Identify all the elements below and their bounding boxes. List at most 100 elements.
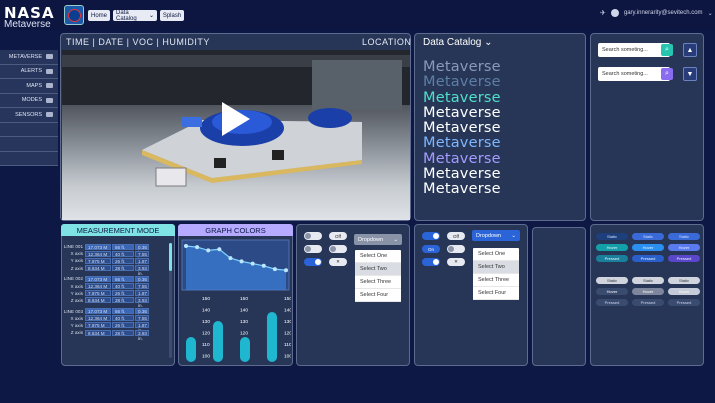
measurement-value[interactable]: 1.87 in. [135,322,149,333]
measurement-value[interactable]: 56 ft. [112,275,134,282]
data-point[interactable] [195,245,200,250]
video-player[interactable] [62,50,410,220]
mission-seal-icon[interactable] [64,5,84,25]
data-catalog-dropdown[interactable]: Data Catalog ⌄ [423,37,493,48]
off-toggle[interactable]: Off [329,232,347,240]
dropdown-1[interactable]: Dropdown ⌄ [354,234,402,245]
user-email[interactable]: gary.innerarity@sevitech.com [624,10,703,16]
state-button[interactable]: Static [668,277,700,284]
data-point[interactable] [261,263,266,268]
measurement-value[interactable]: 17.073 M [85,308,111,315]
check-toggle[interactable] [422,258,440,266]
catalog-item[interactable]: Metaverse [423,90,501,106]
measurement-value[interactable]: 8.634 M [85,329,111,336]
measurement-value[interactable]: 7.975 M [85,290,111,297]
state-button[interactable]: Pressed [632,255,664,262]
measurement-value[interactable]: 3.93 in. [135,329,149,341]
state-button[interactable]: Pressed [596,255,628,262]
measurement-value[interactable]: 28 ft. [112,265,134,272]
check-toggle[interactable] [304,258,322,266]
data-point[interactable] [228,256,233,261]
state-button[interactable]: Pressed [596,299,628,306]
measurement-value[interactable]: 26 ft. [112,290,134,297]
state-button[interactable]: Static [632,277,664,284]
toggle-switch[interactable] [447,245,465,253]
dropdown-option[interactable]: Select Three [355,276,401,289]
dropdown-option[interactable]: Select Four [473,287,519,300]
catalog-item[interactable]: Metaverse [423,74,501,90]
close-toggle[interactable]: ✕ [329,258,347,266]
measurement-value[interactable]: 7.55 in. [135,315,149,326]
measurement-value[interactable]: 26 ft. [112,322,134,329]
state-button[interactable]: Static [596,233,628,240]
measurement-value[interactable]: 8.634 M [85,265,111,272]
state-button[interactable]: Hover [596,244,628,251]
measurement-value[interactable]: 3.93 in. [135,265,149,276]
measurement-value[interactable]: 17.073 M [85,275,111,282]
nav-home[interactable]: Home [88,10,110,21]
state-button[interactable]: Static [668,233,700,240]
state-button[interactable]: Pressed [668,255,700,262]
state-button[interactable]: Hover [668,288,700,295]
bar[interactable] [267,312,277,362]
data-point[interactable] [250,261,255,266]
measurement-value[interactable]: 7.975 M [85,257,111,264]
off-toggle[interactable]: Off [447,232,465,240]
chevron-down-icon[interactable]: ⌄ [708,10,713,17]
state-button[interactable]: Hover [596,288,628,295]
dropdown-2[interactable]: Dropdown ⌄ [472,230,520,241]
catalog-item[interactable]: Metaverse [423,182,501,198]
measurement-value[interactable]: 0.36 in. [135,243,149,255]
data-point[interactable] [217,247,222,252]
nav-splash[interactable]: Splash [160,10,184,21]
bar[interactable] [213,321,223,362]
search-icon[interactable]: ⌕ [661,68,673,80]
sidebar-item-empty[interactable] [0,151,58,166]
on-toggle[interactable]: On [422,245,440,253]
state-button[interactable]: Hover [632,288,664,295]
dropdown-option[interactable]: Select One [473,248,519,261]
nav-data-catalog[interactable]: Data Catalog ⌄ [113,10,157,22]
sidebar-item-maps[interactable]: MAPS [0,79,58,94]
sidebar-item-alerts[interactable]: ALERTS [0,64,58,79]
measurement-value[interactable]: 0.36 in. [135,308,149,319]
measurement-value[interactable]: 3.93 in. [135,297,149,308]
sidebar-item-empty[interactable] [0,137,58,152]
measurement-value[interactable]: 1.87 in. [135,290,149,301]
measurement-value[interactable]: 17.073 M [85,243,111,250]
catalog-item[interactable]: Metaverse [423,59,501,75]
location-label[interactable]: LOCATION [362,37,411,47]
measurement-value[interactable]: 12.364 M [85,250,111,257]
state-button[interactable]: Hover [632,244,664,251]
dropdown-option[interactable]: Select Three [473,274,519,287]
toggle-switch[interactable] [304,245,322,253]
state-button[interactable]: Static [596,277,628,284]
catalog-item[interactable]: Metaverse [423,151,501,167]
toggle-switch[interactable] [304,232,322,240]
user-menu[interactable]: ✈ gary.innerarity@sevitech.com ⌄ [600,9,713,17]
measurement-value[interactable]: 12.364 M [85,283,111,290]
bar[interactable] [186,337,196,362]
data-point[interactable] [284,268,288,273]
measurement-value[interactable]: 40 ft. [112,315,134,322]
measurement-value[interactable]: 7.975 M [85,322,111,329]
catalog-item[interactable]: Metaverse [423,166,501,182]
search-input-2[interactable]: Search someting... [598,67,670,81]
data-point[interactable] [206,248,211,253]
data-point[interactable] [184,244,188,248]
toggle-switch[interactable] [422,232,440,240]
measurement-value[interactable]: 7.55 in. [135,283,149,294]
catalog-item[interactable]: Metaverse [423,105,501,121]
measurement-value[interactable]: 26 ft. [112,257,134,264]
user-avatar-icon[interactable] [610,9,619,17]
search-icon[interactable]: ⌕ [661,44,673,56]
sidebar-item-metaverse[interactable]: METAVERSE [0,50,58,65]
measurement-value[interactable]: 8.634 M [85,297,111,304]
sidebar-item-modes[interactable]: MODES [0,93,58,108]
toggle-switch[interactable] [329,245,347,253]
dropdown-option[interactable]: Select Two [473,261,519,274]
catalog-item[interactable]: Metaverse [423,136,501,152]
measurement-value[interactable]: 28 ft. [112,297,134,304]
measurement-value[interactable]: 1.87 in. [135,257,149,269]
state-button[interactable]: Static [632,233,664,240]
